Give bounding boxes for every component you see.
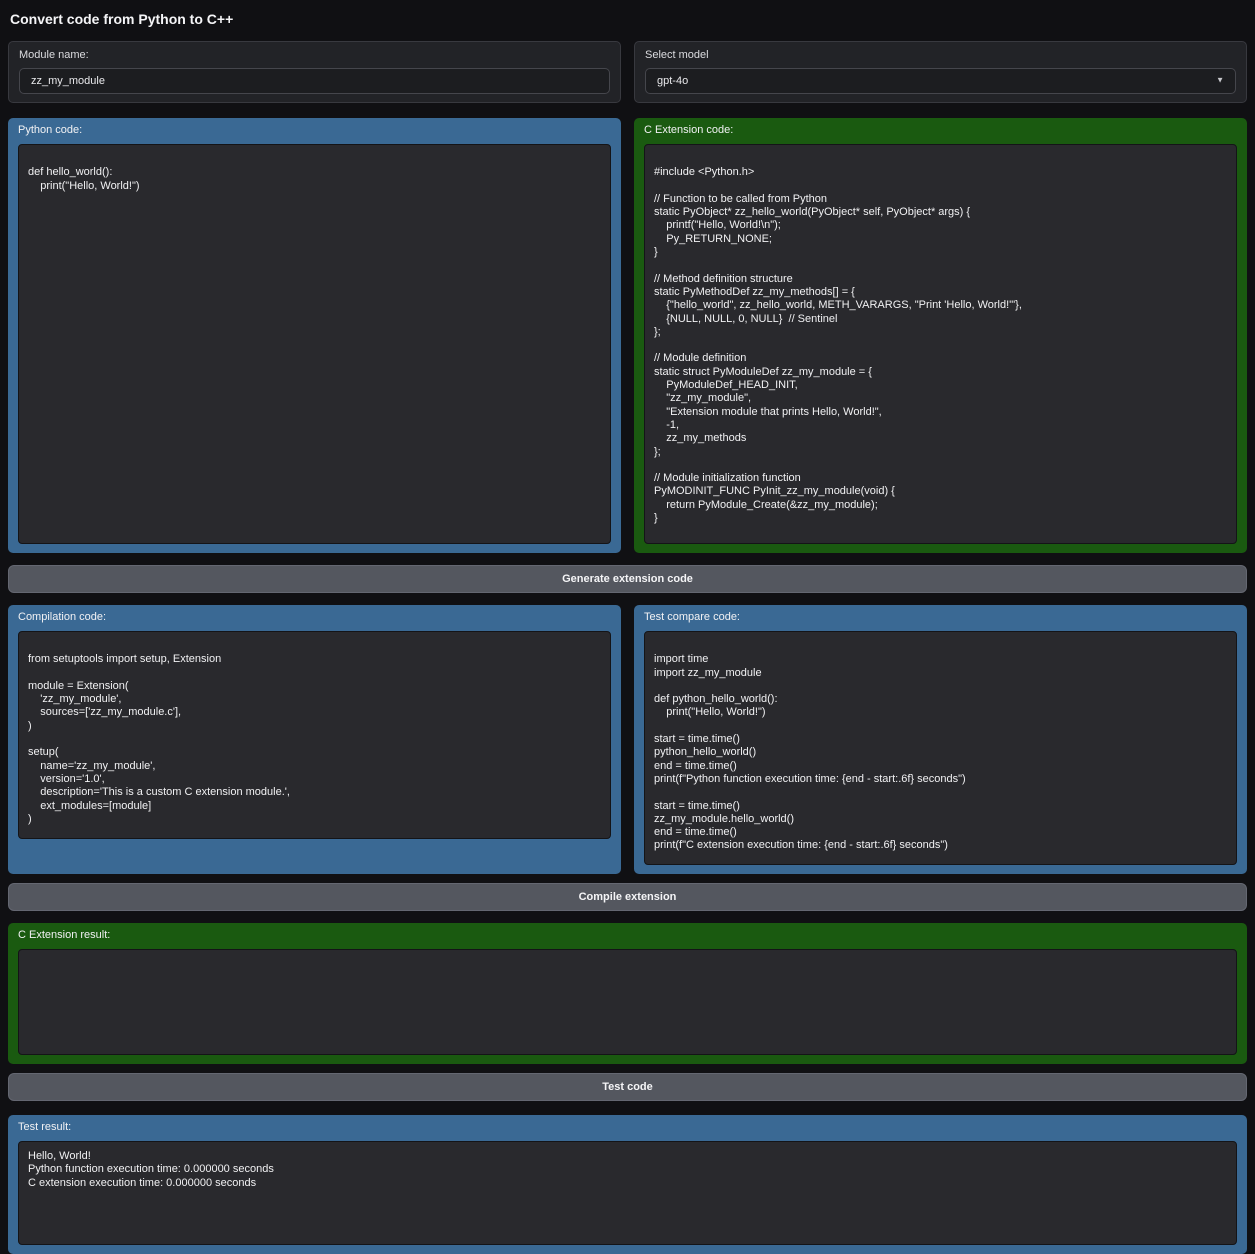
page-title: Convert code from Python to C++ <box>10 10 1245 29</box>
test-result-panel: Test result: Hello, World! Python functi… <box>8 1115 1247 1254</box>
c-extension-code-panel: C Extension code: #include <Python.h> //… <box>634 118 1247 553</box>
code-row: Python code: def hello_world(): print("H… <box>8 118 1247 553</box>
generate-extension-code-button[interactable]: Generate extension code <box>8 565 1247 593</box>
test-result-label: Test result: <box>18 1121 1237 1134</box>
module-name-label: Module name: <box>19 49 610 62</box>
test-compare-code-editor[interactable]: import time import zz_my_module def pyth… <box>644 631 1237 865</box>
compile-extension-button[interactable]: Compile extension <box>8 883 1247 911</box>
model-select-label: Select model <box>645 49 1236 62</box>
model-select-group: Select model gpt-4o ▼ <box>634 41 1247 103</box>
app-container: Convert code from Python to C++ Module n… <box>0 0 1255 1254</box>
c-extension-result-label: C Extension result: <box>18 929 1237 942</box>
model-select-dropdown[interactable]: gpt-4o ▼ <box>645 68 1236 94</box>
chevron-down-icon: ▼ <box>1216 77 1224 85</box>
c-extension-code-editor[interactable]: #include <Python.h> // Function to be ca… <box>644 144 1237 544</box>
module-name-input[interactable] <box>19 68 610 94</box>
test-result-output[interactable]: Hello, World! Python function execution … <box>18 1141 1237 1245</box>
compilation-code-panel: Compilation code: from setuptools import… <box>8 605 621 874</box>
c-extension-code-label: C Extension code: <box>644 124 1237 137</box>
form-row: Module name: Select model gpt-4o ▼ <box>8 41 1247 103</box>
test-compare-code-panel: Test compare code: import time import zz… <box>634 605 1247 874</box>
compile-test-row: Compilation code: from setuptools import… <box>8 605 1247 874</box>
model-select-value: gpt-4o <box>657 75 688 87</box>
test-code-button[interactable]: Test code <box>8 1073 1247 1101</box>
c-extension-result-output[interactable] <box>18 949 1237 1055</box>
compilation-code-label: Compilation code: <box>18 611 611 624</box>
c-extension-result-panel: C Extension result: <box>8 923 1247 1064</box>
module-name-group: Module name: <box>8 41 621 103</box>
python-code-label: Python code: <box>18 124 611 137</box>
compilation-code-editor[interactable]: from setuptools import setup, Extension … <box>18 631 611 839</box>
python-code-panel: Python code: def hello_world(): print("H… <box>8 118 621 553</box>
test-compare-code-label: Test compare code: <box>644 611 1237 624</box>
python-code-editor[interactable]: def hello_world(): print("Hello, World!"… <box>18 144 611 544</box>
